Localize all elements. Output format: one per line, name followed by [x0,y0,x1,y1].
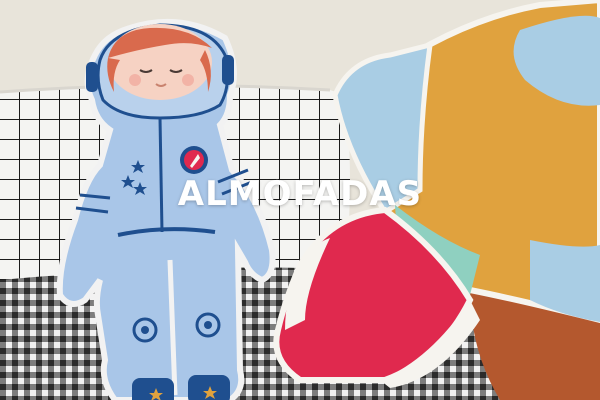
category-banner[interactable]: ALMOFADAS [0,0,600,400]
category-title: ALMOFADAS [177,174,423,214]
